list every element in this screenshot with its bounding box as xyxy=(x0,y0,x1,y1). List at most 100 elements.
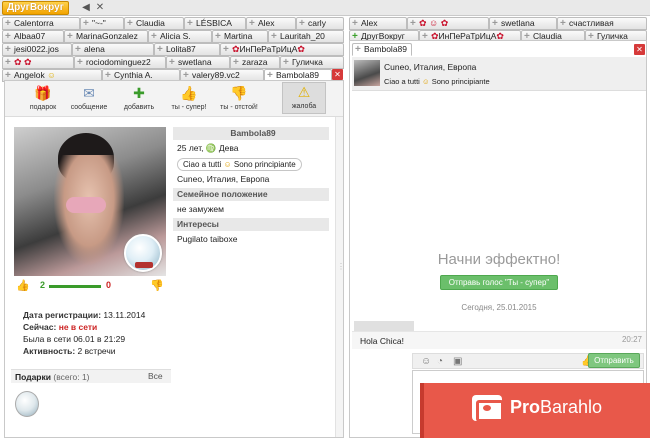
plus-icon: + xyxy=(75,44,81,55)
vote-super-button[interactable]: 👍 ты - супер! xyxy=(167,84,211,111)
tab-contact[interactable]: + swetlana xyxy=(166,56,230,69)
smiley-icon: ☺ xyxy=(47,70,56,80)
tab-contact[interactable]: + Alicia S. xyxy=(148,30,212,43)
gift-button[interactable]: 🎁 подарок xyxy=(21,84,65,111)
tools-icon[interactable]: ✕ xyxy=(94,2,106,14)
gift-icon: 🎁 xyxy=(34,85,52,101)
message-sender-name xyxy=(354,321,414,331)
age-zodiac: 25 лет, ♍ Дева xyxy=(177,143,239,153)
tab-chat[interactable]: + Alex xyxy=(349,17,407,30)
tab-contact[interactable]: + rociodominguez2 xyxy=(74,56,166,69)
plus-icon: + xyxy=(223,44,229,55)
tab-contact[interactable]: + alena xyxy=(72,43,154,56)
tab-contact[interactable]: + Гуличка xyxy=(280,56,344,69)
image-icon[interactable]: ▣ xyxy=(453,356,462,367)
plus-icon: + xyxy=(271,31,277,42)
smiley-icon[interactable]: ☺ xyxy=(421,356,431,367)
interests-value: Pugilato taiboxe xyxy=(177,234,238,244)
tab-contact[interactable]: + Martina xyxy=(212,30,268,43)
rose-icon: ✿ ☺ ✿ xyxy=(419,18,449,28)
tab-chat[interactable]: + swetlana xyxy=(489,17,557,30)
tab-contact[interactable]: + "~-" xyxy=(80,17,124,30)
complaint-button[interactable]: ⚠ жалоба xyxy=(282,82,326,114)
plus-icon: + xyxy=(187,18,193,29)
warning-icon: ⚠ xyxy=(297,84,311,100)
plus-icon: + xyxy=(83,18,89,29)
tab-contact[interactable]: + Lauritah_20 xyxy=(268,30,344,43)
profile-stats: Дата регистрации: 13.11.2014 Сейчас: не … xyxy=(23,310,146,356)
sound-icon[interactable]: ◀ xyxy=(80,2,92,14)
tab-contact[interactable]: + jesi0022.jos xyxy=(2,43,72,56)
thumbs-up-icon[interactable]: 👍 xyxy=(16,279,30,292)
send-super-vote-button[interactable]: Отправь голос "Ты - супер" xyxy=(440,275,558,290)
family-header: Семейное положение xyxy=(173,188,329,201)
avatar[interactable] xyxy=(354,60,380,86)
plus-icon: + xyxy=(215,31,221,42)
tab-contact[interactable]: + Albaa07 xyxy=(2,30,64,43)
profile-scrollbar[interactable] xyxy=(335,117,343,437)
tab-contact[interactable]: + ✿ ✿ xyxy=(2,56,74,69)
tab-chat[interactable]: + ✿ ☺ ✿ xyxy=(407,17,489,30)
chat-date: Сегодня, 25.01.2015 xyxy=(461,303,537,312)
envelope-icon: ✉ xyxy=(83,85,95,101)
snow-globe-gift-icon[interactable] xyxy=(15,391,39,417)
status-pill: Ciao a tutti ☺ Sono principiante xyxy=(177,158,302,171)
add-friend-button[interactable]: ✚ добавить xyxy=(117,84,161,111)
plus-icon: + xyxy=(299,18,305,29)
splitter-grip-icon[interactable]: ⋮ xyxy=(337,262,345,271)
tab-contact[interactable]: + Lolita87 xyxy=(154,43,220,56)
rose-icon: ✿ xyxy=(297,44,305,54)
plus-icon: + xyxy=(492,18,498,29)
tab-contact[interactable]: + Claudia xyxy=(124,17,184,30)
vote-suck-button[interactable]: 👎 ты - отстой! xyxy=(217,84,261,111)
tab-bambola89-chat-active[interactable]: + Bambola89 xyxy=(352,43,412,56)
profile-action-bar: 🎁 подарок ✉ сообщение ✚ добавить 👍 ты - супе… xyxy=(5,81,343,117)
online-status: не в сети xyxy=(58,322,98,332)
emoji-icon: ☺ xyxy=(223,160,232,169)
tab-contact[interactable]: + LÉSBICA xyxy=(184,17,246,30)
plus-icon: + xyxy=(249,18,255,29)
tab-chat[interactable]: + счастливая xyxy=(557,17,647,30)
profile-photo[interactable] xyxy=(14,127,166,276)
tab-contact[interactable]: + ✿ИнПеРаТрИцА✿ xyxy=(220,43,344,56)
tab-contact[interactable]: + zaraza xyxy=(230,56,280,69)
tab-contact[interactable]: + MarinaGonzalez xyxy=(64,30,148,43)
close-icon[interactable]: ✕ xyxy=(332,69,343,80)
plus-icon: + xyxy=(283,57,289,68)
rose-icon: ✿ xyxy=(232,44,240,54)
interests-header: Интересы xyxy=(173,218,329,231)
profile-panel: 🎁 подарок ✉ сообщение ✚ добавить 👍 ты - супе… xyxy=(4,80,344,438)
plus-icon: + xyxy=(127,18,133,29)
gifts-all-link[interactable]: Все xyxy=(148,369,163,383)
emoji-icon: ☺ xyxy=(421,77,430,86)
close-icon[interactable]: ✕ xyxy=(634,44,645,55)
sticker-icon[interactable]: ◔ xyxy=(437,356,443,367)
message-time: 20:27 xyxy=(621,335,642,344)
plus-icon: + xyxy=(560,18,566,29)
thumbs-down-icon[interactable]: 👎 xyxy=(150,279,164,292)
snow-globe-gift-icon xyxy=(124,234,162,272)
rose-icon: ✿ ✿ xyxy=(14,57,32,67)
probarahlo-watermark: ProBarahlo xyxy=(420,383,650,438)
tab-contact[interactable]: + Alex xyxy=(246,17,296,30)
cta-title: Начни эффектно! xyxy=(437,251,561,268)
profile-name: Bambola89 xyxy=(173,127,329,140)
chat-panel: + Bambola89 ✕ Cuneo, Италия, Европа Ciao … xyxy=(349,40,647,438)
plus-icon: + xyxy=(169,57,175,68)
tab-contact[interactable]: + carly xyxy=(296,17,344,30)
thumbs-up-icon: 👍 xyxy=(180,85,198,101)
votes-down-count: 0 xyxy=(106,280,112,290)
chat-message: Hola Chica! xyxy=(352,331,646,349)
message-button[interactable]: ✉ сообщение xyxy=(67,84,111,111)
zodiac-icon: ♍ xyxy=(205,143,217,153)
plus-icon: + xyxy=(5,31,11,42)
brand-button[interactable]: ДругВокруг xyxy=(2,1,69,15)
plus-icon: + xyxy=(410,18,416,29)
send-button[interactable]: Отправить xyxy=(588,353,640,368)
plus-icon: + xyxy=(157,44,163,55)
votes-up-count: 2 xyxy=(40,280,46,290)
plus-icon: + xyxy=(151,31,157,42)
vote-bar: 👍 2 0 👎 xyxy=(14,279,166,293)
tab-contact[interactable]: + Calentorra xyxy=(2,17,80,30)
plus-icon: + xyxy=(67,31,73,42)
